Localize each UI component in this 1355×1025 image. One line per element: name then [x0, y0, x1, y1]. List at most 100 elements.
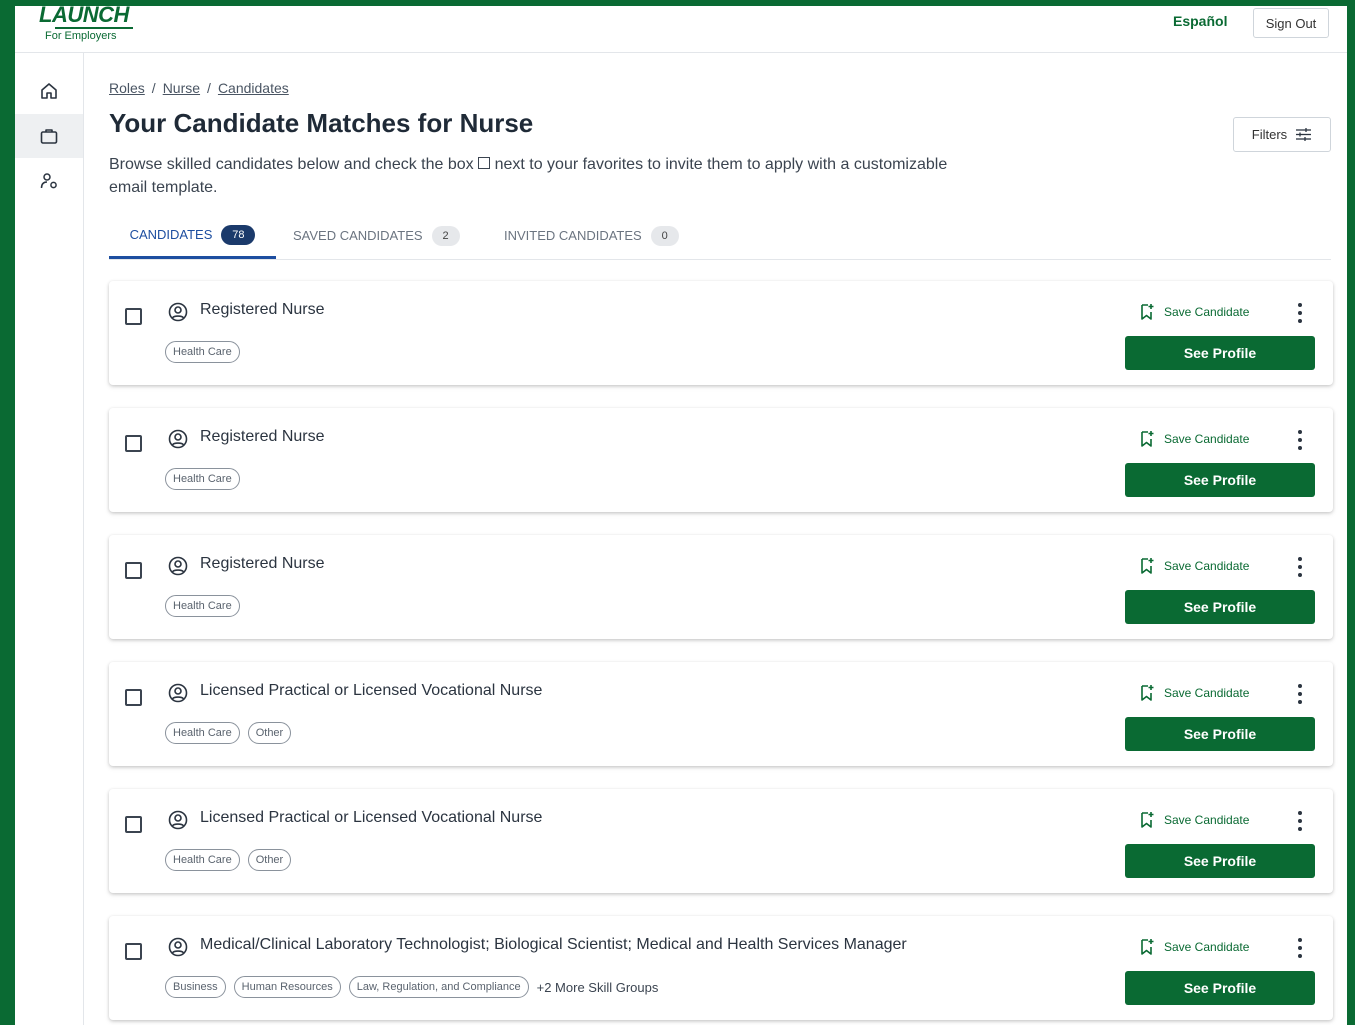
- candidate-card: Registered Nurse Health Care Save Candid…: [109, 535, 1333, 639]
- user-settings-icon: [40, 173, 57, 189]
- candidate-title: Licensed Practical or Licensed Vocationa…: [200, 809, 543, 826]
- candidate-checkbox[interactable]: [125, 435, 142, 452]
- candidate-card: Registered Nurse Health Care Save Candid…: [109, 281, 1333, 385]
- candidate-checkbox[interactable]: [125, 689, 142, 706]
- main-content: Roles / Nurse / Candidates Your Candidate Ma…: [109, 53, 1333, 1025]
- logo-subtitle: For Employers: [45, 30, 117, 42]
- bookmark-add-icon: [1141, 812, 1154, 828]
- skill-tags: Health Care: [165, 595, 240, 617]
- save-candidate-button[interactable]: Save Candidate: [1139, 557, 1249, 575]
- skill-tags: Business Human Resources Law, Regulation…: [165, 976, 658, 998]
- tab-count-badge: 0: [650, 225, 679, 246]
- bookmark-add-icon: [1141, 939, 1154, 955]
- tab-invited-candidates[interactable]: INVITED CANDIDATES 0: [504, 213, 679, 258]
- more-options-icon[interactable]: [1295, 557, 1305, 577]
- tab-saved-candidates[interactable]: SAVED CANDIDATES 2: [293, 213, 460, 258]
- page-description: Browse skilled candidates below and chec…: [109, 153, 969, 199]
- person-circle-icon: [168, 683, 188, 703]
- breadcrumb-nurse[interactable]: Nurse: [163, 80, 200, 96]
- more-options-icon[interactable]: [1295, 938, 1305, 958]
- skill-tag: Other: [247, 722, 292, 744]
- bookmark-add-icon: [1141, 304, 1154, 320]
- sidebar-item-account[interactable]: [15, 159, 83, 203]
- logo-underline: [55, 27, 133, 29]
- more-skill-groups: +2 More Skill Groups: [536, 979, 659, 995]
- breadcrumb-separator: /: [151, 80, 156, 96]
- candidate-checkbox[interactable]: [125, 562, 142, 579]
- candidate-card: Licensed Practical or Licensed Vocationa…: [109, 662, 1333, 766]
- tab-count-badge: 2: [431, 225, 460, 246]
- see-profile-button[interactable]: See Profile: [1125, 971, 1315, 1005]
- checkbox-glyph-icon: [478, 157, 491, 170]
- see-profile-button[interactable]: See Profile: [1125, 590, 1315, 624]
- skill-tag: Human Resources: [233, 976, 341, 998]
- candidate-title: Medical/Clinical Laboratory Technologist…: [200, 936, 907, 953]
- person-circle-icon: [168, 556, 188, 576]
- candidate-tabs: CANDIDATES 78 SAVED CANDIDATES 2 INVITED…: [109, 213, 1331, 260]
- save-candidate-button[interactable]: Save Candidate: [1139, 303, 1249, 321]
- tab-label: INVITED CANDIDATES: [504, 228, 642, 243]
- filters-label: Filters: [1251, 127, 1288, 142]
- description-text-start: Browse skilled candidates below and chec…: [109, 156, 474, 173]
- launch-logo[interactable]: LAUNCH For Employers: [39, 6, 149, 50]
- logo-wordmark: LAUNCH: [39, 6, 129, 27]
- skill-tags: Health Care Other: [165, 722, 292, 744]
- sidebar-item-roles[interactable]: [15, 114, 83, 158]
- briefcase-icon: [40, 129, 58, 144]
- skill-tag: Health Care: [165, 595, 240, 617]
- filters-button[interactable]: Filters: [1233, 117, 1331, 152]
- breadcrumb-separator: /: [207, 80, 211, 96]
- breadcrumb-candidates[interactable]: Candidates: [218, 80, 289, 96]
- see-profile-button[interactable]: See Profile: [1125, 463, 1315, 497]
- skill-tag: Health Care: [165, 849, 240, 871]
- candidate-title: Registered Nurse: [200, 428, 325, 445]
- see-profile-button[interactable]: See Profile: [1125, 844, 1315, 878]
- candidate-checkbox[interactable]: [125, 816, 142, 833]
- breadcrumb: Roles / Nurse / Candidates: [109, 80, 289, 96]
- skill-tags: Health Care Other: [165, 849, 292, 871]
- person-circle-icon: [168, 810, 188, 830]
- sidebar-nav: [15, 53, 84, 1025]
- home-icon: [41, 83, 57, 99]
- save-candidate-label: Save Candidate: [1164, 940, 1250, 954]
- skill-tag: Health Care: [165, 341, 240, 363]
- more-options-icon[interactable]: [1295, 303, 1305, 323]
- candidate-card: Licensed Practical or Licensed Vocationa…: [109, 789, 1333, 893]
- more-options-icon[interactable]: [1295, 430, 1305, 450]
- save-candidate-button[interactable]: Save Candidate: [1139, 684, 1249, 702]
- candidate-title: Licensed Practical or Licensed Vocationa…: [200, 682, 543, 699]
- skill-tag: Other: [247, 849, 292, 871]
- sign-out-button[interactable]: Sign Out: [1253, 8, 1329, 38]
- candidate-checkbox[interactable]: [125, 943, 142, 960]
- skill-tag: Health Care: [165, 722, 240, 744]
- save-candidate-label: Save Candidate: [1164, 686, 1250, 700]
- candidate-checkbox[interactable]: [125, 308, 142, 325]
- tab-count-badge: 78: [221, 224, 256, 245]
- skill-tags: Health Care: [165, 468, 240, 490]
- sliders-icon: [1296, 128, 1312, 141]
- tab-label: CANDIDATES: [129, 227, 213, 242]
- save-candidate-label: Save Candidate: [1164, 559, 1250, 573]
- skill-tag: Business: [165, 976, 226, 998]
- language-link[interactable]: Español: [1173, 13, 1227, 29]
- candidate-title: Registered Nurse: [200, 555, 325, 572]
- bookmark-add-icon: [1141, 685, 1154, 701]
- tab-candidates[interactable]: CANDIDATES 78: [109, 213, 276, 259]
- save-candidate-button[interactable]: Save Candidate: [1139, 938, 1249, 956]
- see-profile-button[interactable]: See Profile: [1125, 336, 1315, 370]
- more-options-icon[interactable]: [1295, 684, 1305, 704]
- see-profile-button[interactable]: See Profile: [1125, 717, 1315, 751]
- save-candidate-label: Save Candidate: [1164, 305, 1250, 319]
- more-options-icon[interactable]: [1295, 811, 1305, 831]
- person-circle-icon: [168, 302, 188, 322]
- save-candidate-button[interactable]: Save Candidate: [1139, 430, 1249, 448]
- sidebar-item-home[interactable]: [15, 69, 83, 113]
- breadcrumb-roles[interactable]: Roles: [109, 80, 145, 96]
- bookmark-add-icon: [1141, 558, 1154, 574]
- candidate-card: Registered Nurse Health Care Save Candid…: [109, 408, 1333, 512]
- save-candidate-button[interactable]: Save Candidate: [1139, 811, 1249, 829]
- page-title: Your Candidate Matches for Nurse: [109, 108, 534, 138]
- bookmark-add-icon: [1141, 431, 1154, 447]
- app-window: LAUNCH For Employers Español Sign Out Ro…: [15, 6, 1347, 1025]
- top-header: LAUNCH For Employers Español Sign Out: [15, 6, 1347, 53]
